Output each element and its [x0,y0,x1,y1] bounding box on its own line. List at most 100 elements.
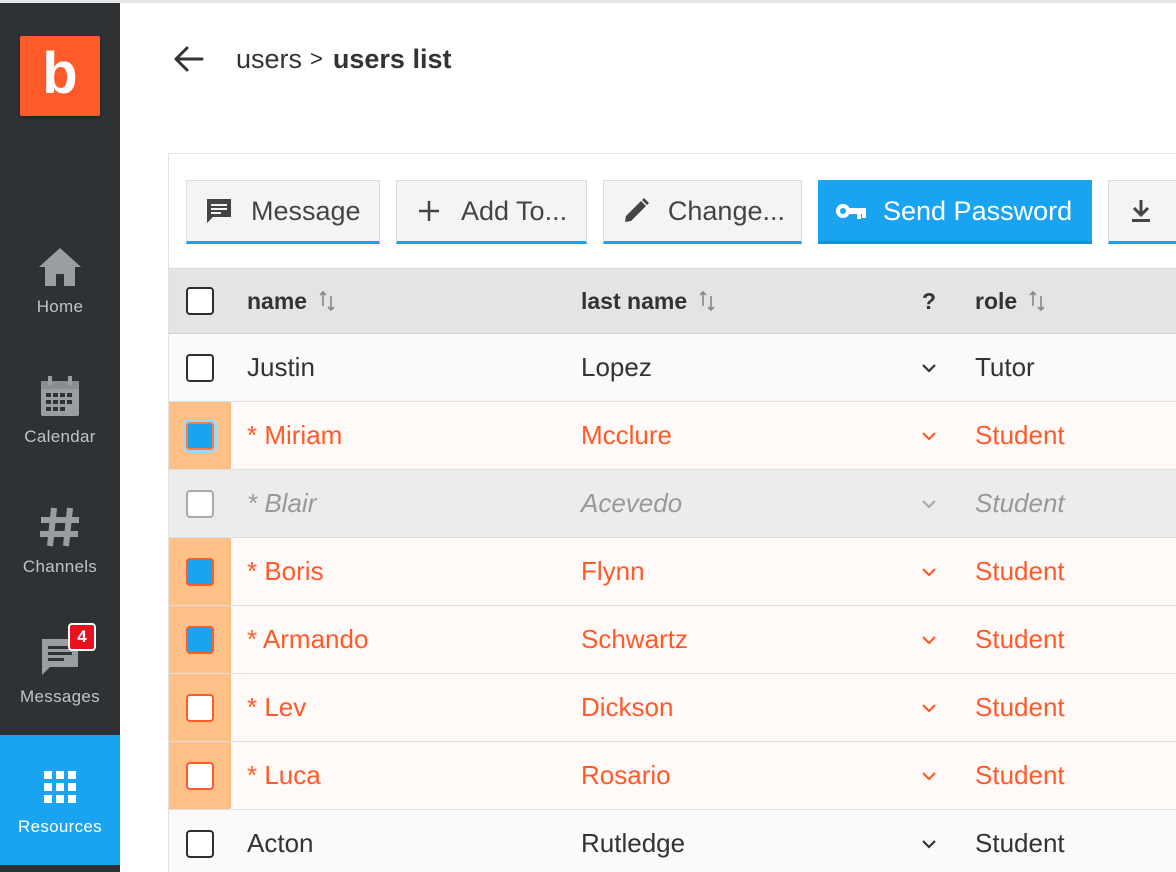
sidebar-item-channels[interactable]: Channels [0,475,120,605]
table-header: name last name ? role [169,268,1176,334]
grid-icon [36,763,84,811]
table-row[interactable]: * Blair Acevedo Student [169,470,1176,538]
cell-last-name: Rutledge [581,828,686,858]
cell-role: Student [975,420,1065,450]
column-header-role[interactable]: role [975,288,1047,315]
table-row[interactable]: * Luca Rosario Student [169,742,1176,810]
expand-button[interactable] [917,634,941,646]
send-password-button[interactable]: Send Password [818,180,1092,244]
sidebar-item-label: Calendar [24,427,96,446]
row-checkbox[interactable] [186,421,214,450]
page-header: users > users list [170,39,451,79]
users-panel: Message Add To... Change... Send Passwor… [168,153,1176,872]
row-checkbox[interactable] [186,693,214,722]
cell-role: Student [975,760,1065,790]
cell-last-name: Dickson [581,692,674,722]
chevron-down-icon [922,499,936,509]
breadcrumb-parent[interactable]: users [236,44,302,75]
button-label: Change... [667,195,785,226]
message-icon: 4 [36,623,96,681]
home-icon [36,243,84,291]
hash-icon [36,503,84,551]
message-button[interactable]: Message [186,180,380,244]
sort-icon [1029,290,1045,312]
expand-button[interactable] [917,566,941,578]
arrow-left-icon [174,46,204,72]
expand-button[interactable] [917,362,941,374]
pencil-icon [620,195,652,227]
button-label: Send Password [883,195,1073,226]
row-checkbox[interactable] [186,489,214,518]
column-header-name[interactable]: name [247,288,337,315]
column-header-last-name[interactable]: last name [581,288,717,315]
users-table: name last name ? role Justin Lopez Tutor… [169,268,1176,872]
table-row[interactable]: * Armando Schwartz Student [169,606,1176,674]
add-to-button[interactable]: Add To... [396,180,587,244]
chevron-down-icon [922,771,936,781]
button-label: Add To... [461,195,568,226]
sidebar-item-label: Home [36,297,84,316]
cell-name: * Blair [247,488,317,518]
cell-name: * Boris [247,556,324,586]
cell-role: Student [975,828,1065,858]
key-icon [835,195,867,227]
cell-role: Student [975,692,1065,722]
cell-role: Student [975,556,1065,586]
toolbar: Message Add To... Change... Send Passwor… [186,180,1176,244]
table-row[interactable]: * Boris Flynn Student [169,538,1176,606]
column-header-label: last name [581,287,688,314]
expand-button[interactable] [917,430,941,442]
table-row[interactable]: Acton Rutledge Student [169,810,1176,872]
cell-role: Student [975,488,1065,518]
sidebar-item-messages[interactable]: 4 Messages [0,605,120,735]
cell-last-name: Rosario [581,760,671,790]
chevron-down-icon [922,839,936,849]
app-window: b Home Calendar Channels 4 Messages Reso… [0,0,1176,872]
table-row[interactable]: Justin Lopez Tutor [169,334,1176,402]
row-checkbox[interactable] [186,557,214,586]
row-checkbox[interactable] [186,761,214,790]
breadcrumb-separator: > [310,46,323,71]
expand-button[interactable] [917,838,941,850]
cell-last-name: Lopez [581,352,652,382]
select-all-checkbox[interactable] [186,287,214,315]
chevron-down-icon [922,703,936,713]
sidebar-item-label: Resources [18,817,102,836]
sidebar: b Home Calendar Channels 4 Messages Reso… [0,3,120,872]
expand-button[interactable] [917,498,941,510]
button-label: Message [251,195,361,226]
sidebar-item-home[interactable]: Home [0,215,120,345]
row-checkbox[interactable] [186,353,214,382]
cell-last-name: Flynn [581,556,645,586]
sidebar-item-label: Messages [20,687,100,706]
column-header-label: name [247,287,308,314]
download-button[interactable] [1108,180,1176,244]
cell-last-name: Mcclure [581,420,673,450]
back-button[interactable] [170,41,206,77]
expand-button[interactable] [917,770,941,782]
cell-last-name: Acevedo [581,488,683,518]
row-checkbox[interactable] [186,625,214,654]
cell-name: * Luca [247,760,321,790]
message-icon [203,195,235,227]
chevron-down-icon [922,363,936,373]
sidebar-item-calendar[interactable]: Calendar [0,345,120,475]
table-row[interactable]: * Lev Dickson Student [169,674,1176,742]
cell-name: * Lev [247,692,307,722]
column-header-label: ? [921,287,937,314]
messages-badge: 4 [68,623,96,651]
cell-role: Tutor [975,352,1035,382]
cell-name: Acton [247,828,314,858]
row-checkbox[interactable] [186,829,214,858]
app-logo[interactable]: b [20,36,100,116]
table-row[interactable]: * Miriam Mcclure Student [169,402,1176,470]
sort-icon [699,290,715,312]
calendar-icon [36,373,84,421]
expand-button[interactable] [917,702,941,714]
sidebar-item-resources[interactable]: Resources [0,735,120,865]
change-button[interactable]: Change... [603,180,802,244]
download-icon [1125,195,1157,227]
cell-name: Justin [247,352,315,382]
cell-role: Student [975,624,1065,654]
cell-name: * Armando [247,624,369,654]
